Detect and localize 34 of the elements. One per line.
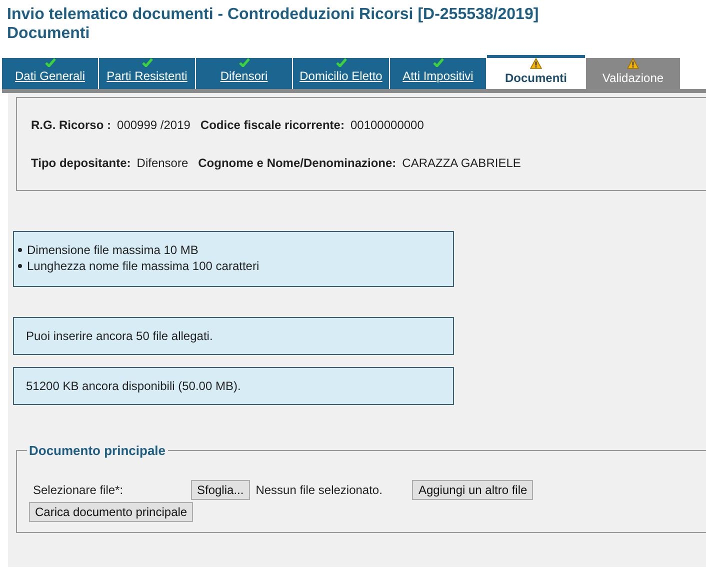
- field-value: 000999 /2019: [117, 118, 190, 132]
- notice-box: 51200 KB ancora disponibili (50.00 MB).: [13, 367, 454, 405]
- field-label: Selezionare file*:: [33, 483, 124, 497]
- field-label: Tipo depositante:: [31, 156, 131, 170]
- check-icon: [142, 58, 152, 67]
- bullet-icon: [18, 248, 22, 252]
- warning-icon: [627, 58, 639, 69]
- upload-button[interactable]: Carica documento principale: [29, 502, 194, 522]
- field-value: Difensore: [136, 156, 188, 170]
- check-icon: [336, 58, 346, 67]
- bullet-icon: [18, 264, 22, 268]
- limit-text: Lunghezza nome file massima 100 caratteri: [27, 258, 260, 274]
- field-label: R.G. Ricorso :: [31, 118, 112, 132]
- tab[interactable]: Domicilio Eletto: [293, 58, 389, 89]
- page-subtitle: Documenti: [7, 24, 91, 43]
- limit-text: Dimensione file massima 10 MB: [27, 242, 198, 258]
- tab[interactable]: Atti Impositivi: [390, 58, 486, 89]
- field-value: CARAZZA GABRIELE: [402, 156, 521, 170]
- tab[interactable]: Dati Generali: [2, 58, 98, 89]
- page-title: Invio telematico documenti - Controdeduzioni Ricorsi [D-255538/2019]: [7, 5, 540, 24]
- file-status: Nessun file selezionato.: [256, 483, 382, 497]
- browse-button[interactable]: Sfoglia...: [191, 480, 250, 500]
- add-file-button[interactable]: Aggiungi un altro file: [412, 480, 534, 500]
- check-icon: [432, 58, 444, 67]
- fieldset-legend: Documento principale: [27, 443, 168, 458]
- notice-box: Puoi inserire ancora 50 file allegati.: [13, 317, 454, 355]
- field-value: 00100000000: [350, 118, 424, 132]
- check-icon: [44, 58, 56, 67]
- field-label: Cognome e Nome/Denominazione:: [198, 156, 396, 170]
- tab[interactable]: Difensori: [196, 58, 292, 89]
- check-icon: [238, 58, 250, 67]
- tab[interactable]: Parti Resistenti: [99, 58, 195, 89]
- warning-icon: [530, 58, 542, 69]
- field-label: Codice fiscale ricorrente:: [200, 118, 344, 132]
